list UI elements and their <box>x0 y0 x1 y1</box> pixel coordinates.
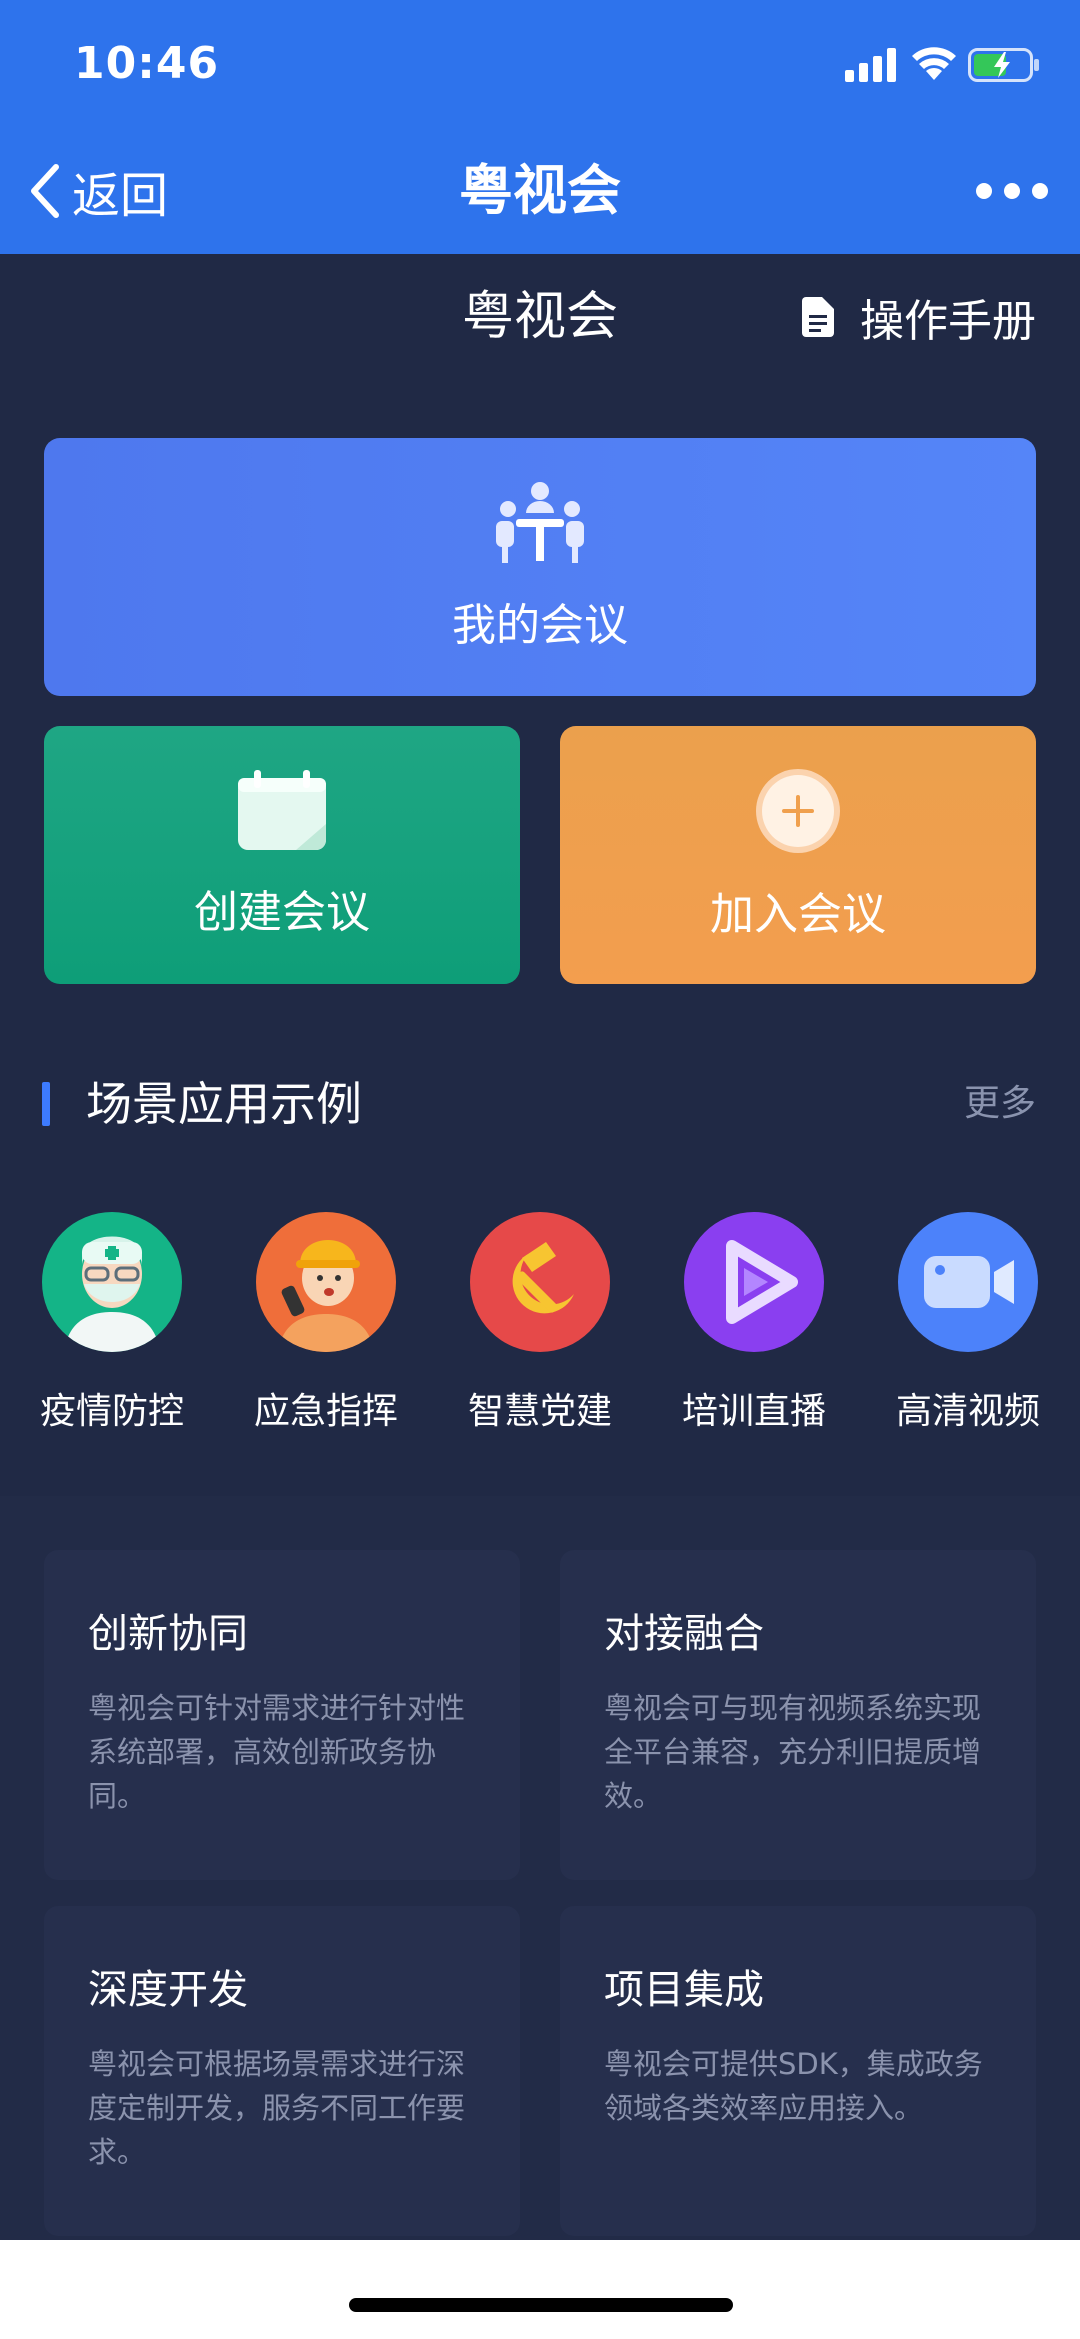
navigation-bar: 返回 粤视会 <box>0 130 1080 254</box>
feature-description: 粤视会可针对需求进行针对性系统部署，高效创新政务协同。 <box>88 1691 466 1813</box>
section-title: 场景应用示例 <box>86 1077 362 1131</box>
more-dot-icon <box>976 183 992 199</box>
create-meeting-card[interactable]: 创建会议 <box>44 726 520 984</box>
feature-card: 对接融合 粤视会可与现有视频系统实现全平台兼容，充分利旧提质增效。 <box>560 1550 1036 1880</box>
status-time: 10:46 <box>74 38 220 89</box>
home-indicator[interactable] <box>349 2298 733 2312</box>
scene-epidemic-control[interactable]: 疫情防控 <box>32 1212 192 1434</box>
feature-title: 创新协同 <box>88 1611 248 1657</box>
join-meeting-card[interactable]: 加入会议 <box>560 726 1036 984</box>
doctor-icon <box>42 1212 182 1352</box>
feature-title: 深度开发 <box>88 1967 248 2013</box>
section-accent-bar <box>42 1082 50 1126</box>
more-dot-icon <box>1032 183 1048 199</box>
scene-label: 疫情防控 <box>39 1391 184 1432</box>
plus-circle-icon <box>756 769 840 853</box>
feature-card: 深度开发 粤视会可根据场景需求进行深度定制开发，服务不同工作要求。 <box>44 1906 520 2236</box>
more-dot-icon <box>1004 183 1020 199</box>
status-bar: 10:46 <box>0 0 1080 130</box>
party-emblem-icon <box>470 1212 610 1352</box>
meeting-people-icon <box>496 482 584 563</box>
play-icon <box>684 1212 824 1352</box>
home-indicator-area <box>0 2240 1080 2339</box>
feature-title: 对接融合 <box>604 1611 764 1657</box>
nav-title: 粤视会 <box>459 159 621 222</box>
create-meeting-label: 创建会议 <box>194 887 370 938</box>
manual-label: 操作手册 <box>860 296 1036 347</box>
join-meeting-label: 加入会议 <box>710 889 886 940</box>
calendar-icon <box>238 770 326 850</box>
scene-training-live[interactable]: 培训直播 <box>674 1212 834 1434</box>
feature-card: 创新协同 粤视会可针对需求进行针对性系统部署，高效创新政务协同。 <box>44 1550 520 1880</box>
scene-smart-party-building[interactable]: 智慧党建 <box>460 1212 620 1434</box>
my-meetings-card[interactable]: 我的会议 <box>44 438 1036 696</box>
scene-label: 高清视频 <box>895 1391 1040 1432</box>
feature-title: 项目集成 <box>604 1967 764 2013</box>
scene-label: 应急指挥 <box>253 1391 398 1432</box>
feature-description: 粤视会可提供SDK，集成政务领域各类效率应用接入。 <box>604 2047 983 2125</box>
document-icon <box>802 297 834 337</box>
worker-icon <box>256 1212 396 1352</box>
feature-description: 粤视会可与现有视频系统实现全平台兼容，充分利旧提质增效。 <box>604 1691 982 1813</box>
section-more-link[interactable]: 更多 <box>964 1074 1036 1134</box>
video-camera-icon <box>898 1212 1038 1352</box>
feature-card: 项目集成 粤视会可提供SDK，集成政务领域各类效率应用接入。 <box>560 1906 1036 2236</box>
my-meetings-label: 我的会议 <box>452 600 628 651</box>
scene-emergency-command[interactable]: 应急指挥 <box>246 1212 406 1434</box>
signal-icon <box>845 48 896 82</box>
scene-hd-video[interactable]: 高清视频 <box>888 1212 1048 1434</box>
battery-charging-icon <box>968 48 1039 82</box>
feature-description: 粤视会可根据场景需求进行深度定制开发，服务不同工作要求。 <box>88 2047 466 2169</box>
more-options-button[interactable] <box>976 166 1048 216</box>
operation-manual-link[interactable]: 操作手册 <box>802 282 1036 352</box>
wifi-icon <box>912 47 956 80</box>
scene-label: 智慧党建 <box>467 1391 612 1432</box>
app-header: 10:46 返回 粤视会 <box>0 0 1080 254</box>
scene-label: 培训直播 <box>681 1391 826 1432</box>
